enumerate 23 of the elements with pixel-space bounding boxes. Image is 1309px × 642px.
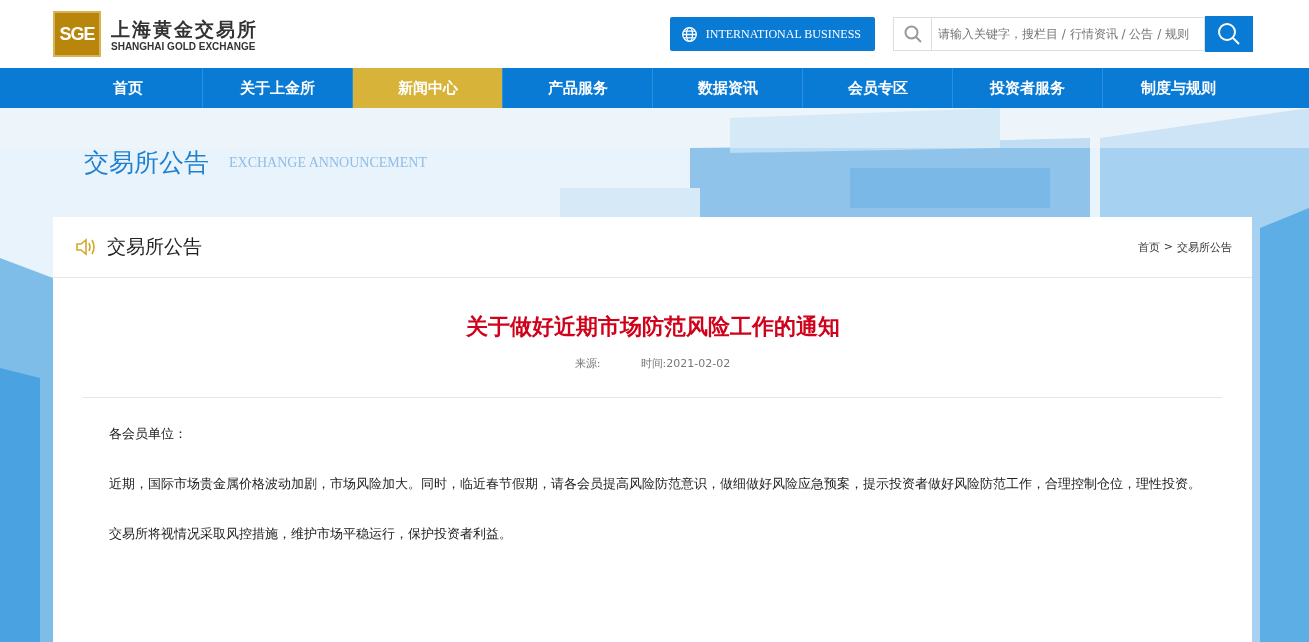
article-date: 时间:2021-02-02 bbox=[640, 356, 731, 371]
search-button[interactable] bbox=[1205, 16, 1253, 52]
article-paragraph: 各会员单位： bbox=[108, 425, 188, 443]
breadcrumb-link[interactable]: 首页 bbox=[1137, 239, 1160, 255]
logo-name: 上海黄金交易所 bbox=[111, 16, 258, 41]
search-field[interactable]: 请输入关键字，搜栏目 / 行情资讯 / 公告 / 规则 bbox=[893, 17, 1205, 51]
banner-title: 交易所公告 bbox=[84, 147, 209, 179]
banner-subtitle: EXCHANGE ANNOUNCEMENT bbox=[229, 154, 427, 171]
article-title: 关于做好近期市场防范风险工作的通知 bbox=[464, 312, 841, 341]
speaker-icon bbox=[75, 237, 97, 257]
international-business-button[interactable]: INTERNATIONAL BUSINESS bbox=[669, 17, 875, 51]
section-title: 交易所公告 bbox=[107, 234, 202, 259]
article-source: 来源: bbox=[574, 356, 601, 371]
logo-mark: SGE bbox=[53, 11, 101, 57]
globe-icon bbox=[680, 25, 698, 43]
logo-subtitle: SHANGHAI GOLD EXCHANGE bbox=[111, 40, 257, 52]
breadcrumb-link[interactable]: 交易所公告 bbox=[1177, 239, 1232, 255]
article-paragraph: 交易所将视情况采取风控措施，维护市场平稳运行，保护投资者利益。 bbox=[108, 525, 513, 543]
breadcrumb-separator: > bbox=[1163, 239, 1173, 255]
nav-tab[interactable]: 制度与规则 bbox=[1103, 68, 1253, 108]
article-paragraph: 近期，国际市场贵金属价格波动加剧，市场风险加大。同时，临近春节假期，请各会员提高风险防范意识，做细做好风险应急预案，提示投资者做好风险防范工作，合理控制仓位，理性投资。 bbox=[108, 475, 1202, 493]
search-icon bbox=[1217, 22, 1241, 46]
search-icon bbox=[903, 24, 923, 44]
